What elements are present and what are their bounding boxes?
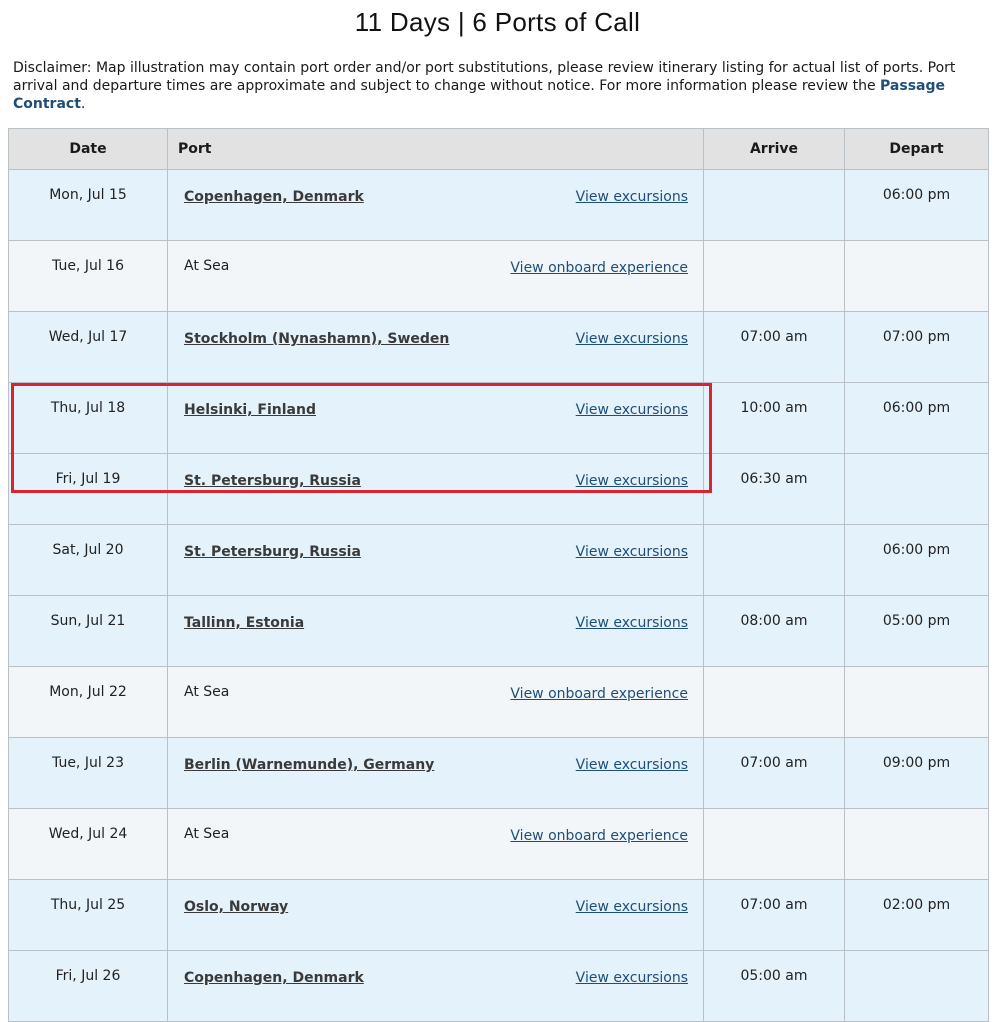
port-cell: Berlin (Warnemunde), Germany View excursi…	[167, 737, 704, 809]
date-cell: Thu, Jul 18	[8, 382, 168, 454]
depart-cell	[844, 950, 989, 1022]
date-cell: Sat, Jul 20	[8, 524, 168, 596]
table-row: Mon, Jul 15 Copenhagen, Denmark View excur…	[8, 169, 989, 241]
table-row: Tue, Jul 23 Berlin (Warnemunde), Germany V…	[8, 737, 989, 809]
date-cell: Wed, Jul 24	[8, 808, 168, 880]
view-excursions-link[interactable]: View excursions	[576, 899, 688, 915]
table-row: Fri, Jul 19 St. Petersburg, Russia View ex…	[8, 453, 989, 525]
arrive-cell	[703, 169, 845, 241]
depart-cell: 09:00 pm	[844, 737, 989, 809]
port-name-link[interactable]: Tallinn, Estonia	[184, 615, 304, 631]
table-row: Wed, Jul 17 Stockholm (Nynashamn), Sweden…	[8, 311, 989, 383]
arrive-cell: 10:00 am	[703, 382, 845, 454]
date-cell: Wed, Jul 17	[8, 311, 168, 383]
arrive-cell: 07:00 am	[703, 311, 845, 383]
port-cell: Stockholm (Nynashamn), Sweden View excurs…	[167, 311, 704, 383]
port-cell: At Sea View onboard experience	[167, 666, 704, 738]
view-onboard-experience-link[interactable]: View onboard experience	[510, 828, 688, 844]
port-name-link[interactable]: St. Petersburg, Russia	[184, 473, 361, 489]
column-header-date: Date	[8, 128, 168, 170]
port-name: At Sea	[184, 826, 230, 842]
date-cell: Thu, Jul 25	[8, 879, 168, 951]
depart-cell: 06:00 pm	[844, 382, 989, 454]
disclaimer-end: .	[80, 96, 86, 112]
depart-cell: 02:00 pm	[844, 879, 989, 951]
table-row: Mon, Jul 22 At Sea View onboard experience	[8, 666, 989, 738]
port-name-link[interactable]: Oslo, Norway	[184, 899, 288, 915]
port-name-link[interactable]: Helsinki, Finland	[184, 402, 316, 418]
table-row: Thu, Jul 18 Helsinki, Finland View excursi…	[8, 382, 989, 454]
itinerary-body: Mon, Jul 15 Copenhagen, Denmark View excur…	[8, 169, 989, 1022]
disclaimer-text: Disclaimer: Map illustration may contain…	[13, 60, 956, 94]
arrive-cell	[703, 240, 845, 312]
table-row: Thu, Jul 25 Oslo, Norway View excursions 07…	[8, 879, 989, 951]
table-row: Fri, Jul 26 Copenhagen, Denmark View excur…	[8, 950, 989, 1022]
port-name: At Sea	[184, 258, 230, 274]
port-name-link[interactable]: Stockholm (Nynashamn), Sweden	[184, 331, 449, 347]
arrive-cell	[703, 666, 845, 738]
depart-cell: 07:00 pm	[844, 311, 989, 383]
view-excursions-link[interactable]: View excursions	[576, 189, 688, 205]
arrive-cell: 08:00 am	[703, 595, 845, 667]
port-name-link[interactable]: Copenhagen, Denmark	[184, 970, 364, 986]
arrive-cell	[703, 808, 845, 880]
view-excursions-link[interactable]: View excursions	[576, 473, 688, 489]
port-name-link[interactable]: Copenhagen, Denmark	[184, 189, 364, 205]
port-cell: St. Petersburg, Russia View excursions	[167, 524, 704, 596]
table-row: Sun, Jul 21 Tallinn, Estonia View excursio…	[8, 595, 989, 667]
port-cell: Copenhagen, Denmark View excursions	[167, 950, 704, 1022]
date-cell: Tue, Jul 16	[8, 240, 168, 312]
arrive-cell: 07:00 am	[703, 879, 845, 951]
arrive-cell	[703, 524, 845, 596]
column-header-arrive: Arrive	[703, 128, 845, 170]
view-excursions-link[interactable]: View excursions	[576, 331, 688, 347]
table-row: Wed, Jul 24 At Sea View onboard experience	[8, 808, 989, 880]
port-cell: At Sea View onboard experience	[167, 240, 704, 312]
depart-cell	[844, 453, 989, 525]
view-onboard-experience-link[interactable]: View onboard experience	[510, 260, 688, 276]
port-cell: At Sea View onboard experience	[167, 808, 704, 880]
date-cell: Sun, Jul 21	[8, 595, 168, 667]
view-excursions-link[interactable]: View excursions	[576, 615, 688, 631]
view-onboard-experience-link[interactable]: View onboard experience	[510, 686, 688, 702]
depart-cell: 06:00 pm	[844, 169, 989, 241]
depart-cell: 05:00 pm	[844, 595, 989, 667]
view-excursions-link[interactable]: View excursions	[576, 544, 688, 560]
table-header-row: Date Port Arrive Depart	[8, 128, 989, 170]
depart-cell: 06:00 pm	[844, 524, 989, 596]
view-excursions-link[interactable]: View excursions	[576, 402, 688, 418]
port-cell: Oslo, Norway View excursions	[167, 879, 704, 951]
port-cell: Tallinn, Estonia View excursions	[167, 595, 704, 667]
disclaimer: Disclaimer: Map illustration may contain…	[13, 59, 983, 113]
date-cell: Mon, Jul 22	[8, 666, 168, 738]
view-excursions-link[interactable]: View excursions	[576, 757, 688, 773]
view-excursions-link[interactable]: View excursions	[576, 970, 688, 986]
depart-cell	[844, 808, 989, 880]
table-row: Sat, Jul 20 St. Petersburg, Russia View ex…	[8, 524, 989, 596]
arrive-cell: 06:30 am	[703, 453, 845, 525]
date-cell: Tue, Jul 23	[8, 737, 168, 809]
column-header-port: Port	[167, 128, 704, 170]
depart-cell	[844, 666, 989, 738]
port-cell: Copenhagen, Denmark View excursions	[167, 169, 704, 241]
itinerary-table: Date Port Arrive Depart Mon, Jul 15 Copen…	[8, 128, 989, 1022]
column-header-depart: Depart	[844, 128, 989, 170]
port-name-link[interactable]: Berlin (Warnemunde), Germany	[184, 757, 434, 773]
depart-cell	[844, 240, 989, 312]
port-cell: St. Petersburg, Russia View excursions	[167, 453, 704, 525]
port-cell: Helsinki, Finland View excursions	[167, 382, 704, 454]
port-name-link[interactable]: St. Petersburg, Russia	[184, 544, 361, 560]
page-title: 11 Days | 6 Ports of Call	[354, 7, 641, 37]
date-cell: Mon, Jul 15	[8, 169, 168, 241]
date-cell: Fri, Jul 19	[8, 453, 168, 525]
table-row: Tue, Jul 16 At Sea View onboard experience	[8, 240, 989, 312]
date-cell: Fri, Jul 26	[8, 950, 168, 1022]
arrive-cell: 07:00 am	[703, 737, 845, 809]
arrive-cell: 05:00 am	[703, 950, 845, 1022]
port-name: At Sea	[184, 684, 230, 700]
